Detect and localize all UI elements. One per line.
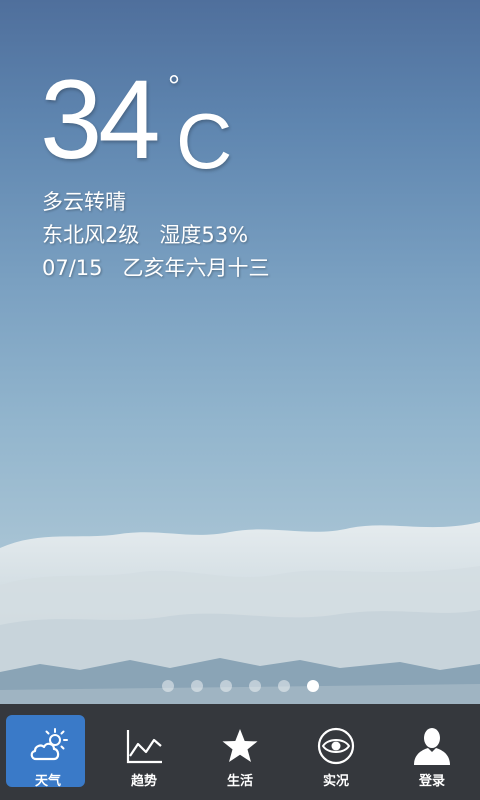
page-dot[interactable] [161,680,174,692]
page-dot-active[interactable] [306,680,319,692]
page-indicator [0,680,480,692]
cloud-sun-icon [30,728,68,761]
page-dot[interactable] [277,680,290,692]
tab-label: 生活 [226,774,253,789]
tab-login[interactable]: 登录 [384,704,480,800]
trend-chart-icon [126,730,162,764]
tab-label: 趋势 [130,774,157,789]
date-lunar: 07/15 乙亥年六月十三 [42,256,270,280]
weather-condition: 多云转晴 [42,190,126,214]
tab-trend[interactable]: 趋势 [96,704,192,800]
bottom-tab-bar: 天气 趋势 生活 实况 登录 [0,704,480,800]
wind-humidity: 东北风2级 湿度53% [42,223,249,247]
temperature-value: 34 [40,57,161,182]
tab-label: 实况 [322,774,349,789]
tab-label: 登录 [418,774,445,789]
user-icon [414,728,450,765]
weather-details: 多云转晴 东北风2级 湿度53% 07/15 乙亥年六月十三 [42,186,270,285]
weather-background: 34 ° C 多云转晴 东北风2级 湿度53% 07/15 乙亥年六月十三 [0,0,480,704]
tab-label: 天气 [34,774,61,789]
tab-live[interactable]: 实况 [288,704,384,800]
tab-weather[interactable]: 天气 [0,704,96,800]
temperature-unit: C [176,97,233,185]
current-temperature: 34 ° C [40,64,232,181]
page-dot[interactable] [190,680,203,692]
page-dot[interactable] [219,680,232,692]
tab-life[interactable]: 生活 [192,704,288,800]
eye-icon [317,727,355,765]
star-icon [222,729,258,762]
page-dot[interactable] [248,680,261,692]
